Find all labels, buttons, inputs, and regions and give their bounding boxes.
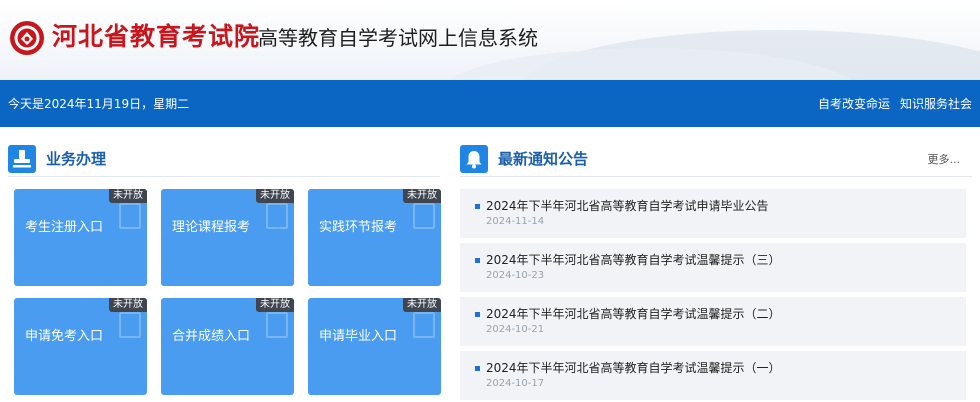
notice-title: 2024年下半年河北省高等教育自学考试温馨提示（三） (486, 253, 781, 267)
exam-institute-logo-icon (10, 21, 44, 55)
notice-title: 2024年下半年河北省高等教育自学考试温馨提示（一） (486, 361, 781, 375)
notice-item[interactable]: 2024年下半年河北省高等教育自学考试申请毕业公告 2024-11-14 (460, 189, 966, 238)
square-bullet-icon (475, 312, 480, 317)
notice-date: 2024-11-14 (486, 216, 545, 227)
notices-section-title: 最新通知公告 (498, 150, 589, 168)
tile-label: 合并成绩入口 (172, 329, 251, 344)
square-bullet-icon (475, 258, 480, 263)
business-section-title: 业务办理 (46, 150, 107, 168)
top-info-bar: 今天是2024年11月19日，星期二 自考改变命运 知识服务社会 (0, 80, 980, 127)
status-badge: 未开放 (109, 189, 147, 203)
tile-label: 申请毕业入口 (319, 329, 398, 344)
tile-decoration-icon (413, 312, 435, 338)
notice-date: 2024-10-21 (486, 324, 545, 335)
status-badge: 未开放 (256, 298, 294, 312)
tile-decoration-icon (119, 203, 141, 229)
tile-student-registration[interactable]: 未开放 考生注册入口 (14, 189, 147, 286)
tile-theory-course-enrollment[interactable]: 未开放 理论课程报考 (161, 189, 294, 286)
notice-item[interactable]: 2024年下半年河北省高等教育自学考试温馨提示（二） 2024-10-21 (460, 297, 966, 346)
tile-decoration-icon (266, 312, 288, 338)
seal-stamp-icon (8, 145, 36, 173)
notice-item[interactable]: 2024年下半年河北省高等教育自学考试温馨提示（一） 2024-10-17 (460, 351, 966, 400)
more-notices-link[interactable]: 更多... (928, 153, 961, 167)
current-date: 今天是2024年11月19日，星期二 (8, 97, 190, 111)
tile-label: 考生注册入口 (25, 220, 104, 235)
tile-decoration-icon (266, 203, 288, 229)
notice-title: 2024年下半年河北省高等教育自学考试温馨提示（二） (486, 307, 781, 321)
tile-score-merge[interactable]: 未开放 合并成绩入口 (161, 298, 294, 395)
square-bullet-icon (475, 204, 480, 209)
system-title: 高等教育自学考试网上信息系统 (258, 26, 538, 50)
status-badge: 未开放 (403, 189, 441, 203)
tile-graduation-application[interactable]: 未开放 申请毕业入口 (308, 298, 441, 395)
slogan-links: 自考改变命运 知识服务社会 (808, 95, 972, 113)
site-header: 河北省教育考试院 高等教育自学考试网上信息系统 (0, 0, 980, 80)
notice-item[interactable]: 2024年下半年河北省高等教育自学考试温馨提示（三） 2024-10-23 (460, 243, 966, 292)
notice-date: 2024-10-17 (486, 378, 545, 389)
tile-practice-enrollment[interactable]: 未开放 实践环节报考 (308, 189, 441, 286)
slogan-link-2[interactable]: 知识服务社会 (900, 97, 972, 111)
tile-exam-exemption[interactable]: 未开放 申请免考入口 (14, 298, 147, 395)
tile-label: 理论课程报考 (172, 220, 251, 235)
square-bullet-icon (475, 366, 480, 371)
tile-label: 申请免考入口 (25, 329, 104, 344)
bell-icon (460, 145, 488, 173)
tile-decoration-icon (413, 203, 435, 229)
tile-label: 实践环节报考 (319, 220, 398, 235)
status-badge: 未开放 (109, 298, 147, 312)
status-badge: 未开放 (403, 298, 441, 312)
org-title: 河北省教育考试院 (52, 22, 261, 51)
tile-decoration-icon (119, 312, 141, 338)
business-section-header: 业务办理 (8, 141, 440, 177)
status-badge: 未开放 (256, 189, 294, 203)
slogan-link-1[interactable]: 自考改变命运 (818, 97, 890, 111)
notices-section-header: 最新通知公告 更多... (460, 141, 972, 177)
notice-date: 2024-10-23 (486, 270, 545, 281)
notice-title: 2024年下半年河北省高等教育自学考试申请毕业公告 (486, 199, 769, 213)
